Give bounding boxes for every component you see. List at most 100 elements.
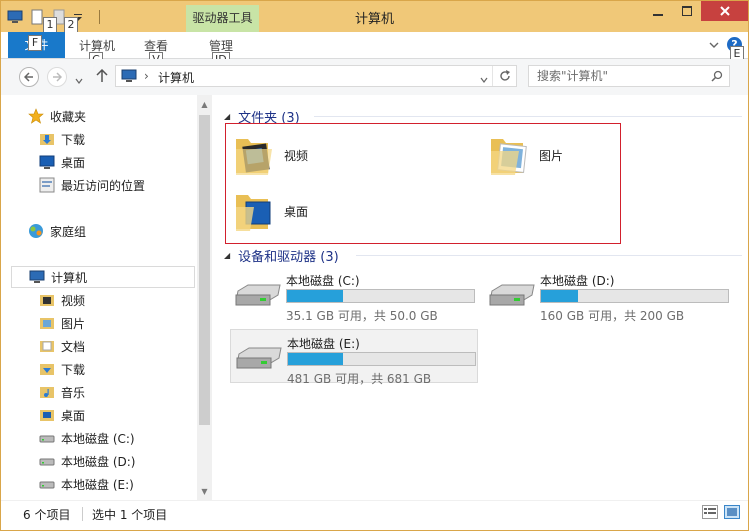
details-view-icon[interactable] bbox=[702, 505, 718, 519]
nav-computer-desktop[interactable]: 桌面 bbox=[39, 404, 85, 426]
downloads-folder-icon bbox=[39, 131, 55, 147]
drive-d[interactable]: 本地磁盘 (D:) 160 GB 可用，共 200 GB bbox=[484, 267, 732, 323]
drive-e-name: 本地磁盘 (E:) bbox=[287, 337, 360, 351]
folder-videos-label: 视频 bbox=[284, 148, 309, 163]
nav-favorite-downloads[interactable]: 下载 bbox=[39, 128, 85, 150]
navigation-pane: 收藏夹 下载 桌面 最近访问的位置 家庭组 计算机 视频 图片 文档 下载 音乐… bbox=[1, 95, 212, 500]
drive-d-name: 本地磁盘 (D:) bbox=[540, 274, 615, 288]
recent-locations-icon[interactable] bbox=[75, 73, 83, 87]
window-controls bbox=[643, 1, 748, 21]
scroll-thumb[interactable] bbox=[199, 115, 210, 425]
pictures-folder-icon bbox=[489, 133, 529, 177]
back-arrow-icon bbox=[24, 72, 33, 82]
close-button[interactable] bbox=[701, 1, 748, 21]
folder-desktop[interactable]: 桌面 bbox=[234, 189, 308, 233]
window-title: 计算机 bbox=[354, 12, 394, 27]
collapse-arrow-icon[interactable]: ◢ bbox=[224, 251, 230, 260]
item-count: 6 个项目 bbox=[23, 508, 71, 522]
pictures-folder-icon bbox=[39, 315, 55, 331]
address-bar-row: › 计算机 bbox=[1, 59, 748, 95]
nav-homegroup-label: 家庭组 bbox=[50, 224, 87, 239]
hard-drive-icon bbox=[488, 283, 536, 309]
up-arrow-icon[interactable] bbox=[96, 68, 108, 86]
desktop-folder-icon bbox=[234, 189, 274, 233]
drive-e-usage-fill bbox=[288, 353, 343, 365]
group-header-drives-label: 设备和驱动器 (3) bbox=[238, 250, 339, 265]
nav-computer-label: 计算机 bbox=[51, 270, 88, 285]
nav-computer-documents-label: 文档 bbox=[61, 339, 86, 354]
nav-computer-downloads-label: 下载 bbox=[61, 362, 86, 377]
nav-drive-c[interactable]: 本地磁盘 (C:) bbox=[39, 427, 135, 449]
search-icon[interactable] bbox=[711, 70, 723, 85]
drive-d-free-space: 160 GB 可用，共 200 GB bbox=[540, 309, 685, 323]
main-pane: ◢ 文件夹 (3) 视频 图片 桌面 ◢ 设备和驱动器 (3) 本地磁盘 (C:… bbox=[214, 95, 748, 500]
group-header-folders-label: 文件夹 (3) bbox=[238, 111, 300, 126]
address-box[interactable]: › 计算机 bbox=[115, 65, 517, 87]
address-divider bbox=[492, 66, 493, 86]
drive-icon bbox=[39, 430, 55, 446]
nav-drive-d[interactable]: 本地磁盘 (D:) bbox=[39, 450, 135, 472]
expand-ribbon-icon[interactable] bbox=[709, 38, 719, 52]
nav-drive-e[interactable]: 本地磁盘 (E:) bbox=[39, 473, 134, 495]
nav-computer-videos[interactable]: 视频 bbox=[39, 289, 85, 311]
keytip-file: F bbox=[28, 35, 42, 51]
star-icon bbox=[28, 108, 44, 124]
scroll-up-icon[interactable]: ▲ bbox=[197, 97, 212, 113]
maximize-icon bbox=[681, 6, 692, 16]
drive-c-name: 本地磁盘 (C:) bbox=[286, 274, 360, 288]
computer-icon bbox=[29, 269, 45, 285]
nav-computer-documents[interactable]: 文档 bbox=[39, 335, 85, 357]
back-button[interactable] bbox=[19, 67, 39, 87]
drive-e-free-space: 481 GB 可用，共 681 GB bbox=[287, 372, 432, 386]
drive-c-free-space: 35.1 GB 可用，共 50.0 GB bbox=[286, 309, 438, 323]
breadcrumb-computer[interactable]: 计算机 bbox=[158, 69, 194, 86]
minimize-icon bbox=[652, 14, 663, 16]
maximize-button[interactable] bbox=[672, 1, 701, 21]
nav-favorite-recent[interactable]: 最近访问的位置 bbox=[39, 174, 145, 196]
search-input[interactable] bbox=[529, 66, 701, 86]
nav-drive-c-label: 本地磁盘 (C:) bbox=[61, 431, 135, 446]
forward-button[interactable] bbox=[47, 67, 67, 87]
nav-favorites[interactable]: 收藏夹 bbox=[28, 105, 86, 127]
group-header-folders[interactable]: ◢ 文件夹 (3) bbox=[224, 107, 300, 126]
status-bar: 6 个项目 选中 1 个项目 bbox=[1, 500, 748, 530]
drive-e[interactable]: 本地磁盘 (E:) 481 GB 可用，共 681 GB bbox=[230, 329, 478, 386]
tiles-view-icon[interactable] bbox=[724, 505, 740, 519]
nav-computer-downloads[interactable]: 下载 bbox=[39, 358, 85, 380]
view-switcher bbox=[702, 505, 740, 519]
scroll-down-icon[interactable]: ▼ bbox=[197, 484, 212, 500]
nav-computer-music-label: 音乐 bbox=[61, 385, 86, 400]
desktop-folder-icon bbox=[39, 407, 55, 423]
nav-computer[interactable]: 计算机 bbox=[11, 266, 195, 288]
nav-homegroup[interactable]: 家庭组 bbox=[28, 220, 86, 242]
hard-drive-icon bbox=[235, 346, 283, 372]
drive-c-usage-fill bbox=[287, 290, 343, 302]
hard-drive-icon bbox=[234, 283, 282, 309]
nav-favorites-label: 收藏夹 bbox=[50, 109, 87, 124]
recent-places-icon bbox=[39, 177, 55, 193]
nav-computer-music[interactable]: 音乐 bbox=[39, 381, 85, 403]
forward-arrow-icon bbox=[53, 72, 62, 82]
breadcrumb-separator[interactable]: › bbox=[144, 69, 149, 83]
nav-scrollbar[interactable]: ▲ ▼ bbox=[197, 95, 212, 500]
drive-e-usage-bar bbox=[287, 352, 476, 366]
folder-pictures[interactable]: 图片 bbox=[489, 133, 563, 177]
folder-videos[interactable]: 视频 bbox=[234, 133, 308, 177]
drive-c[interactable]: 本地磁盘 (C:) 35.1 GB 可用，共 50.0 GB bbox=[230, 267, 478, 323]
nav-favorite-desktop[interactable]: 桌面 bbox=[39, 151, 85, 173]
address-dropdown-icon[interactable] bbox=[480, 72, 488, 86]
folder-pictures-label: 图片 bbox=[539, 148, 564, 163]
music-folder-icon bbox=[39, 384, 55, 400]
videos-folder-icon bbox=[234, 133, 274, 177]
homegroup-icon bbox=[28, 223, 44, 239]
minimize-button[interactable] bbox=[643, 1, 672, 21]
drive-icon bbox=[39, 453, 55, 469]
nav-computer-pictures[interactable]: 图片 bbox=[39, 312, 85, 334]
folder-desktop-label: 桌面 bbox=[284, 204, 309, 219]
group-header-drives[interactable]: ◢ 设备和驱动器 (3) bbox=[224, 246, 339, 265]
title-bar: 1 2 驱动器工具 计算机 bbox=[1, 1, 748, 33]
refresh-icon[interactable] bbox=[498, 69, 512, 86]
collapse-arrow-icon[interactable]: ◢ bbox=[224, 112, 230, 121]
search-box[interactable] bbox=[528, 65, 730, 87]
videos-folder-icon bbox=[39, 292, 55, 308]
